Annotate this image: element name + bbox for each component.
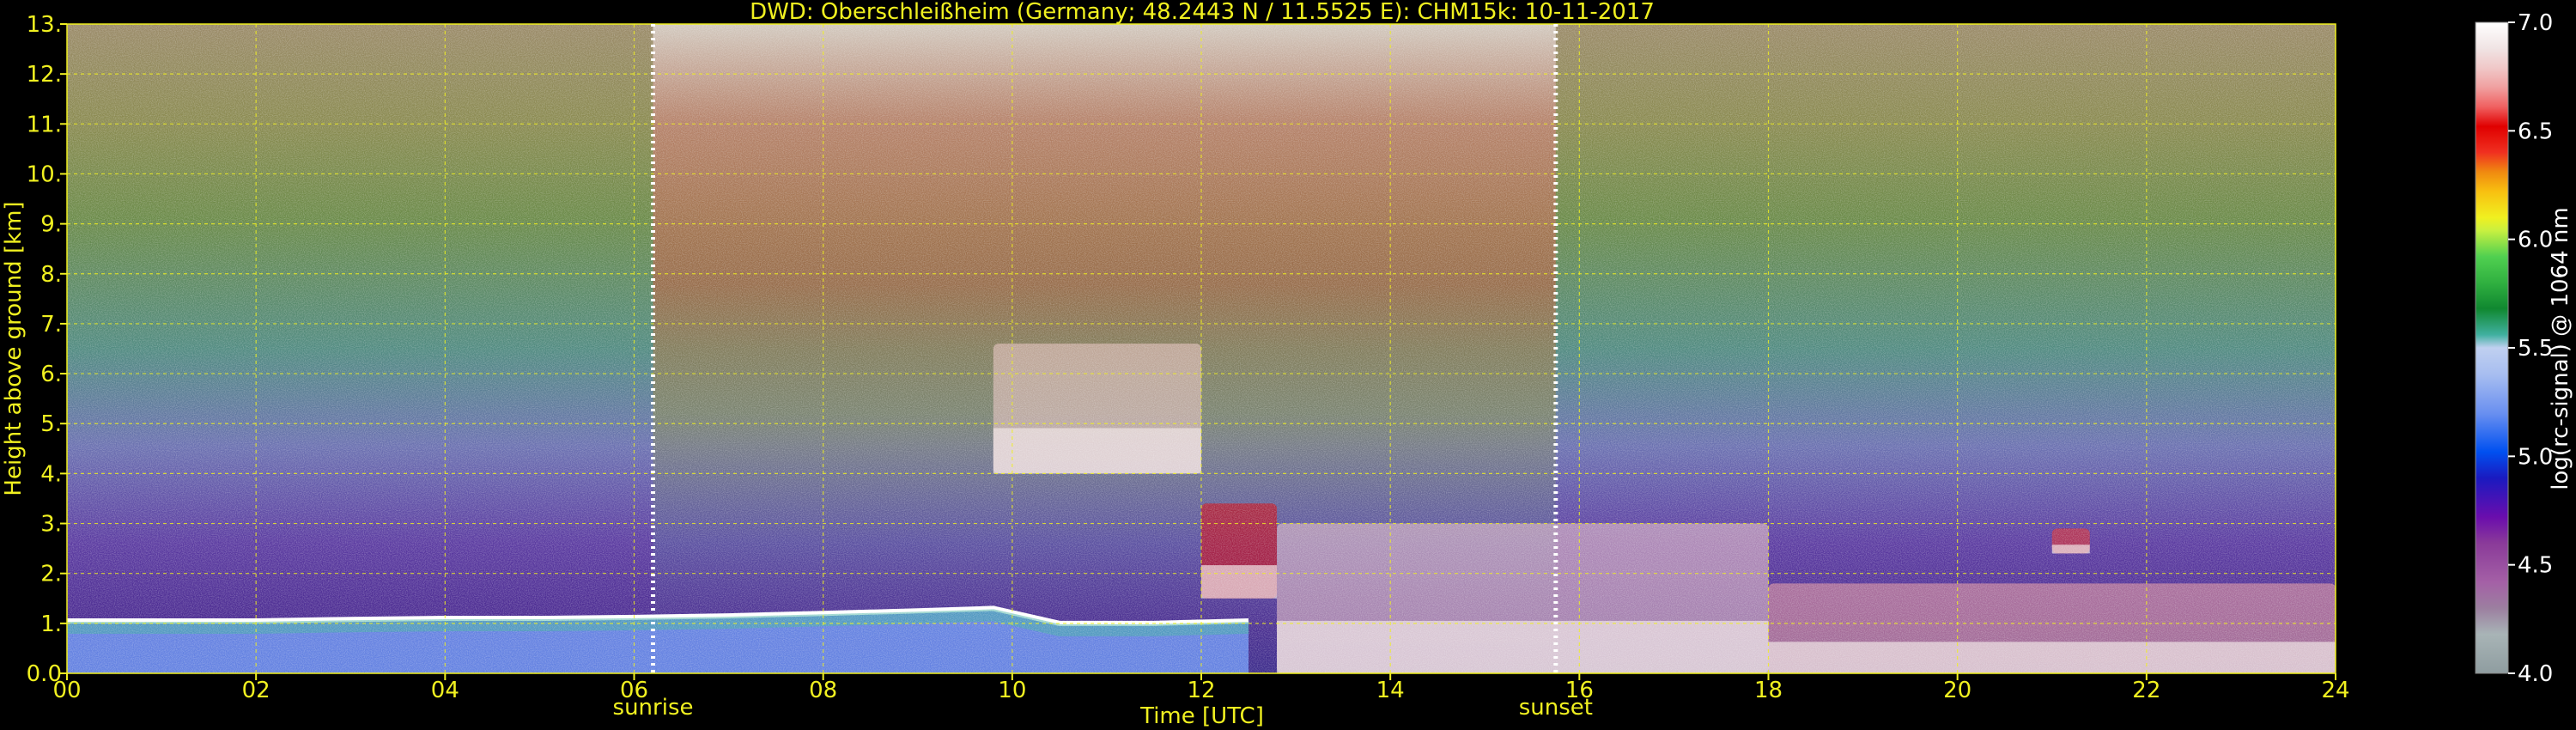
x-tick-label: 12: [1187, 678, 1215, 703]
x-axis-ticks: 00 02 04 06 08 10 12 14 16 18 20 22 24: [52, 673, 2350, 703]
colorbar-tick-label: 4.0: [2518, 661, 2553, 687]
colorbar-tick-label: 6.5: [2518, 119, 2553, 144]
y-tick-label: 13.: [27, 12, 62, 38]
colorbar-tick-label: 7.0: [2518, 10, 2553, 36]
chart-title: DWD: Oberschleißheim (Germany; 48.2443 N…: [750, 0, 1655, 25]
y-tick-label: 11.: [27, 112, 62, 137]
y-tick-label: 2.: [40, 562, 62, 587]
x-tick-label: 02: [242, 678, 270, 703]
y-tick-label: 6.: [40, 362, 62, 387]
x-tick-label: 24: [2321, 678, 2349, 703]
y-tick-label: 7.: [40, 312, 62, 338]
y-tick-label: 12.: [27, 62, 62, 88]
colorbar-ticks: 4.04.55.05.56.06.57.0: [2508, 10, 2553, 687]
y-tick-label: 9.: [40, 212, 62, 238]
x-tick-label: 18: [1754, 678, 1783, 703]
x-tick-label: 22: [2132, 678, 2160, 703]
x-tick-label: 16: [1565, 678, 1594, 703]
x-tick-label: 10: [998, 678, 1026, 703]
x-tick-label: 20: [1943, 678, 1971, 703]
colorbar-gradient: [2475, 21, 2509, 674]
y-tick-label: 4.: [40, 461, 62, 487]
y-tick-label: 5.: [40, 411, 62, 437]
x-tick-label: 14: [1376, 678, 1405, 703]
y-tick-label: 10.: [27, 161, 62, 187]
x-tick-label: 04: [431, 678, 459, 703]
y-tick-label: 3.: [40, 512, 62, 538]
ceilometer-figure: sunrise sunset 00 02 04 06 08 10 12 14 16 18 20 22 24…: [1, 0, 2573, 729]
colorbar-label: log(rc-signal) @ 1064 nm: [2548, 207, 2573, 490]
y-tick-label: 1.: [40, 611, 62, 637]
x-tick-label: 08: [809, 678, 837, 703]
y-axis-ticks: 0.0 1. 2. 3. 4. 5. 6. 7. 8. 9. 10. 11. 12. 13.: [27, 12, 67, 687]
x-axis-label: Time [UTC]: [1139, 703, 1264, 729]
x-tick-label: 06: [620, 678, 648, 703]
colorbar: 4.04.55.05.56.06.57.0 log(rc-signal) @ 1…: [2475, 10, 2573, 687]
y-tick-label: 8.: [40, 262, 62, 288]
y-axis-label: Height above ground [km]: [1, 201, 27, 496]
y-tick-label: 0.0: [27, 661, 62, 687]
colorbar-tick-label: 4.5: [2518, 553, 2553, 579]
